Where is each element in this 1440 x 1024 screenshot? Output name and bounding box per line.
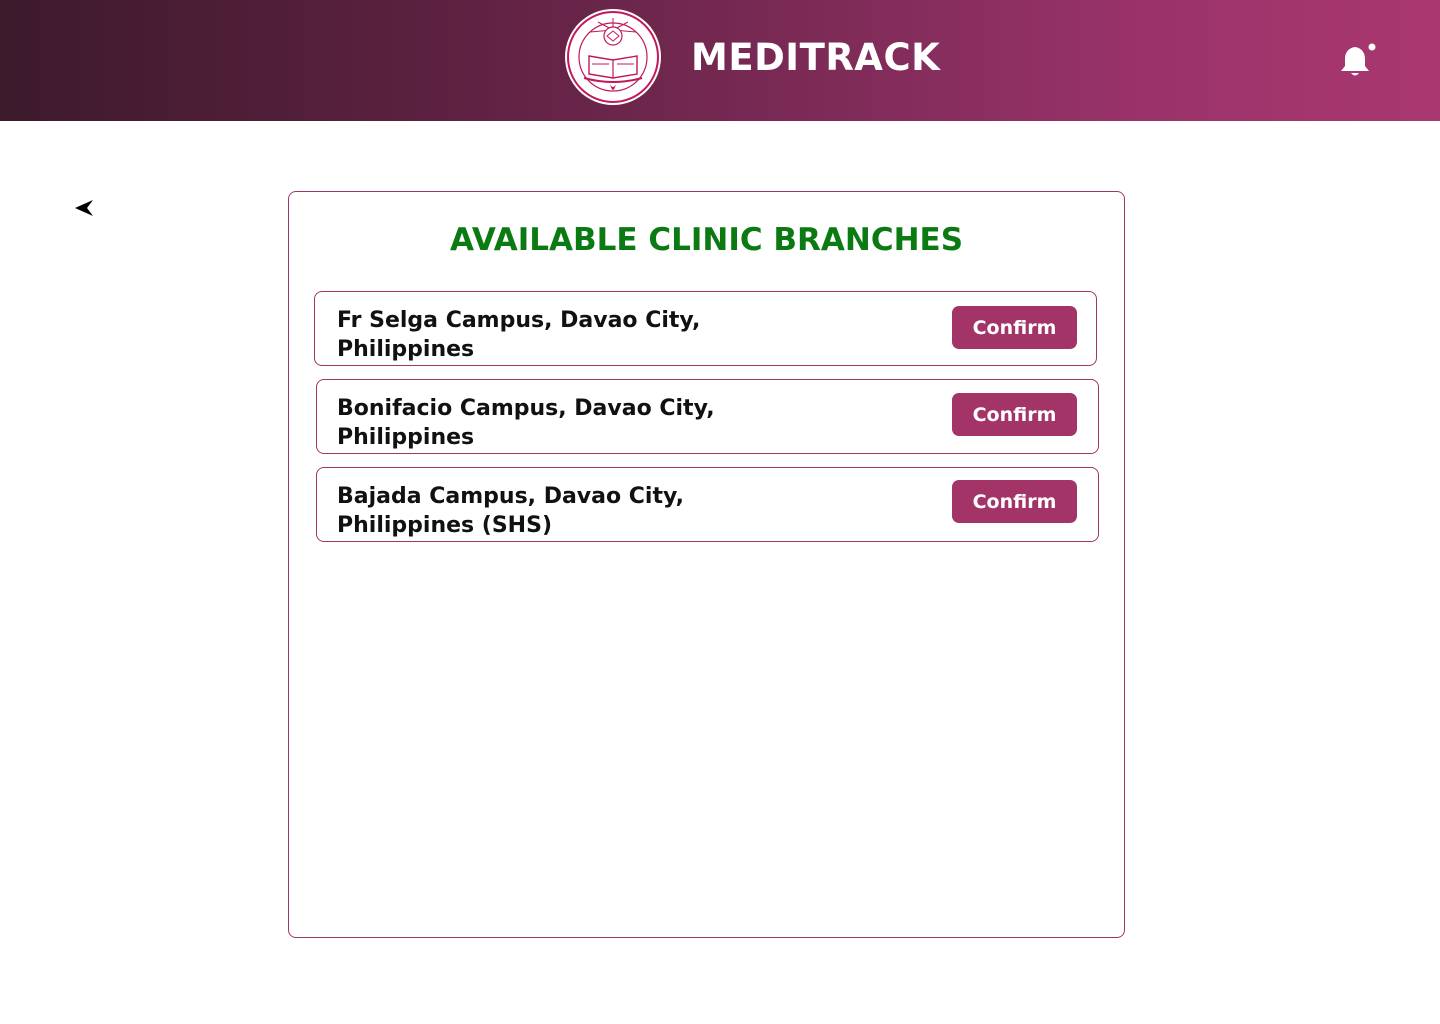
app-title: MEDITRACK xyxy=(691,36,941,79)
university-seal-logo xyxy=(565,9,661,105)
branch-label: Bajada Campus, Davao City, Philippines (… xyxy=(337,484,684,538)
branch-card-fr-selga: Fr Selga Campus, Davao City, Philippines… xyxy=(314,291,1097,366)
panel-title: AVAILABLE CLINIC BRANCHES xyxy=(449,222,964,258)
branch-label: Fr Selga Campus, Davao City, Philippines xyxy=(337,308,701,362)
branch-card-bonifacio: Bonifacio Campus, Davao City, Philippine… xyxy=(316,379,1099,454)
branch-card-bajada: Bajada Campus, Davao City, Philippines (… xyxy=(316,467,1099,542)
confirm-button[interactable]: Confirm xyxy=(952,393,1077,436)
app-header: MEDITRACK xyxy=(0,0,1440,121)
confirm-button[interactable]: Confirm xyxy=(952,306,1077,349)
confirm-button[interactable]: Confirm xyxy=(952,480,1077,523)
clinic-branches-panel: AVAILABLE CLINIC BRANCHES Fr Selga Campu… xyxy=(288,191,1125,938)
back-arrow-icon[interactable] xyxy=(73,199,95,217)
branch-label: Bonifacio Campus, Davao City, Philippine… xyxy=(337,396,715,450)
bell-icon[interactable] xyxy=(1338,40,1378,80)
